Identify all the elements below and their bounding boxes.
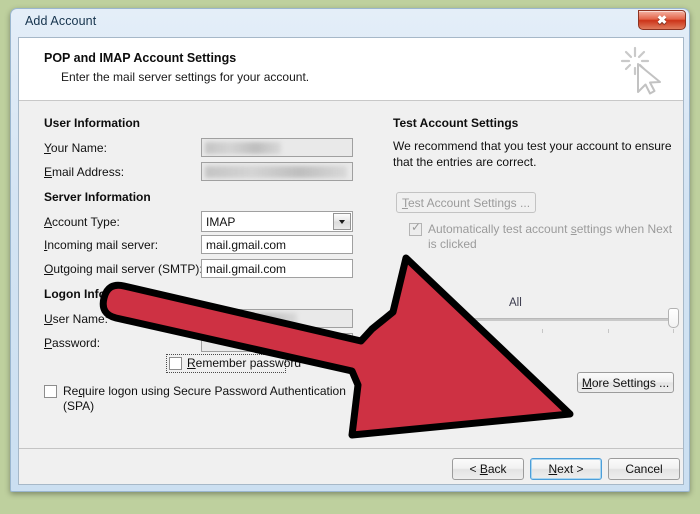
account-type-value: IMAP	[206, 215, 236, 229]
email-address-label: Email Address:	[44, 165, 125, 179]
user-name-label: User Name:	[44, 312, 109, 326]
test-account-settings-title: Test Account Settings	[393, 116, 519, 130]
section-user-information: User Information	[44, 116, 141, 130]
slider-tick	[542, 329, 543, 333]
page-subtitle: Enter the mail server settings for your …	[61, 70, 310, 84]
account-type-select[interactable]: IMAP	[201, 211, 353, 232]
dialog-footer: < Back Next > Cancel	[19, 450, 683, 484]
incoming-mail-server-input[interactable]: mail.gmail.com	[201, 235, 353, 254]
require-spa-checkbox[interactable]	[44, 385, 57, 398]
cancel-button[interactable]: Cancel	[608, 458, 680, 480]
test-account-settings-description: We recommend that you test your account …	[393, 139, 672, 169]
outgoing-mail-server-label: Outgoing mail server (SMTP):	[44, 262, 203, 276]
redaction-blur	[205, 313, 297, 325]
more-settings-button-label: More Settings ...	[581, 375, 670, 390]
section-server-information: Server Information	[44, 190, 151, 204]
slider-tick	[673, 329, 674, 333]
check-icon: ✓	[411, 220, 422, 234]
require-spa-label-line1[interactable]: Require logon using Secure Password Auth…	[63, 384, 346, 398]
next-button-label: Next >	[548, 462, 584, 476]
outgoing-mail-server-input[interactable]: mail.gmail.com	[201, 259, 353, 278]
password-input[interactable]	[201, 333, 353, 352]
slider-tick	[476, 329, 477, 333]
more-settings-button[interactable]: More Settings ...	[577, 372, 674, 393]
slider-tick	[411, 329, 412, 333]
close-button[interactable]: ✖	[638, 10, 686, 30]
cursor-sparkle-icon	[617, 44, 669, 96]
next-button[interactable]: Next >	[530, 458, 602, 480]
test-account-settings-button-label: Test Account Settings ...	[401, 195, 531, 210]
email-address-input[interactable]	[201, 162, 353, 181]
dialog-header: POP and IMAP Account Settings Enter the …	[19, 38, 683, 101]
test-account-settings-button[interactable]: Test Account Settings ...	[396, 192, 536, 213]
require-spa-label-line2: (SPA)	[63, 399, 95, 413]
dialog-client-area: POP and IMAP Account Settings Enter the …	[18, 37, 684, 485]
user-name-input[interactable]	[201, 309, 353, 328]
redaction-blur	[205, 166, 347, 178]
back-button[interactable]: < Back	[452, 458, 524, 480]
mail-to-keep-slider-label: All	[509, 297, 522, 309]
window-title: Add Account	[25, 14, 97, 28]
title-bar[interactable]: Add Account ✖	[11, 9, 689, 37]
slider-tick	[608, 329, 609, 333]
auto-test-label-line2: is clicked	[428, 237, 477, 251]
incoming-mail-server-label: Incoming mail server:	[44, 238, 159, 252]
remember-password-label[interactable]: Remember password	[187, 356, 301, 370]
cancel-button-label: Cancel	[625, 462, 663, 476]
chevron-down-icon[interactable]	[333, 213, 351, 230]
account-type-label: Account Type:	[44, 215, 120, 229]
redaction-blur	[205, 142, 281, 154]
dialog-body: User Information Your Name: Email Addres…	[19, 101, 683, 449]
auto-test-checkbox[interactable]: ✓	[409, 220, 422, 236]
your-name-input[interactable]	[201, 138, 353, 157]
back-button-label: < Back	[469, 462, 507, 476]
add-account-dialog: Add Account ✖ POP and IMAP Account Setti…	[10, 8, 690, 492]
your-name-label: Your Name:	[44, 141, 107, 155]
password-label: Password:	[44, 336, 101, 350]
section-logon-information: Logon Information	[44, 287, 150, 301]
close-icon: ✖	[656, 13, 668, 27]
mail-to-keep-slider-thumb[interactable]	[668, 308, 679, 328]
auto-test-label-line1: Automatically test account settings when…	[428, 222, 673, 236]
mail-to-keep-slider-track[interactable]	[411, 318, 674, 321]
page-title: POP and IMAP Account Settings	[44, 51, 237, 65]
